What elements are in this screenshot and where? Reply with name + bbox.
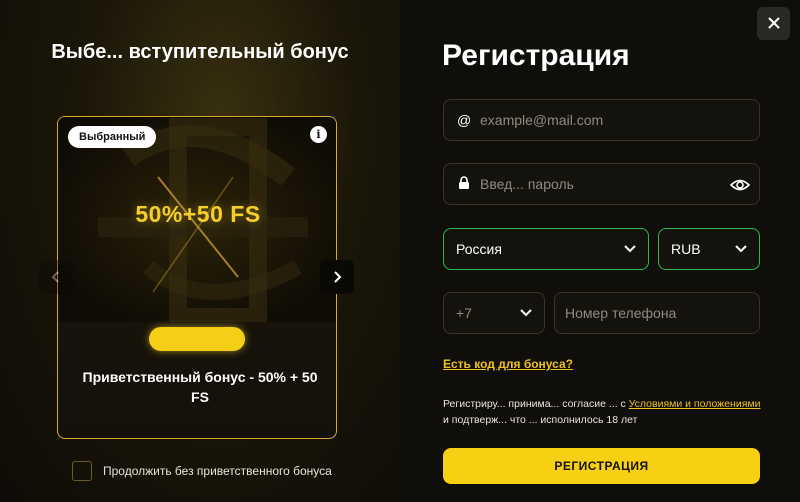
terms-text-after: и подтверж... что ... исполнилось 18 лет [443,414,638,426]
register-button[interactable]: РЕГИСТРАЦИЯ [443,448,760,484]
phone-field[interactable]: Номер телефона [554,292,760,334]
promo-title: Выбе... вступительный бонус [51,41,349,63]
chevron-down-icon [624,245,636,253]
card-artwork: Выбранный i 50%+50 FS [58,117,336,322]
chevron-down-icon [735,245,747,253]
password-field[interactable]: Введ... пароль [443,163,760,205]
close-button[interactable] [757,7,790,40]
bonus-amount: 50%+50 FS [135,201,261,227]
skip-bonus-checkbox[interactable] [72,461,92,481]
close-icon [767,17,780,29]
phone-code-select[interactable]: +7 [443,292,545,334]
terms-text: Регистриру... принима... согласие ... с … [443,396,763,428]
bonus-description: Приветственный бонус - 50% + 50 FS [82,369,318,405]
skip-bonus-option[interactable]: Продолжить без приветственного бонуса [72,460,332,482]
chevron-right-icon [334,271,342,283]
phone-placeholder: Номер телефона [565,305,677,321]
carousel-next-button[interactable] [320,260,354,294]
chevron-down-icon [520,309,532,317]
bonus-card[interactable]: Выбранный i 50%+50 FS Приветственный бон… [57,116,337,439]
bonus-code-link[interactable]: Есть код для бонуса? [443,357,573,371]
terms-text-before: Регистриру... принима... согласие ... с [443,398,629,410]
selected-badge: Выбранный [68,126,157,148]
eye-icon[interactable] [730,175,750,195]
country-value: Россия [456,241,502,257]
promo-panel: Выбе... вступительный бонус Выбранный i … [0,0,400,502]
at-icon: @ [457,112,472,128]
carousel-prev-button[interactable] [39,260,73,294]
currency-select[interactable]: RUB [658,228,760,270]
password-placeholder: Введ... пароль [480,176,574,192]
terms-link[interactable]: Условиями и положениями [629,398,761,410]
email-field[interactable]: @ example@mail.com [443,99,760,141]
chevron-left-icon [51,271,59,283]
registration-title: Регистрация [442,39,630,72]
lock-icon [457,176,471,192]
email-placeholder: example@mail.com [480,112,604,128]
info-icon[interactable]: i [310,126,327,143]
currency-value: RUB [671,241,701,257]
phone-code-value: +7 [456,305,472,321]
skip-bonus-label: Продолжить без приветственного бонуса [103,464,332,478]
bonus-pill [149,327,245,351]
country-select[interactable]: Россия [443,228,649,270]
